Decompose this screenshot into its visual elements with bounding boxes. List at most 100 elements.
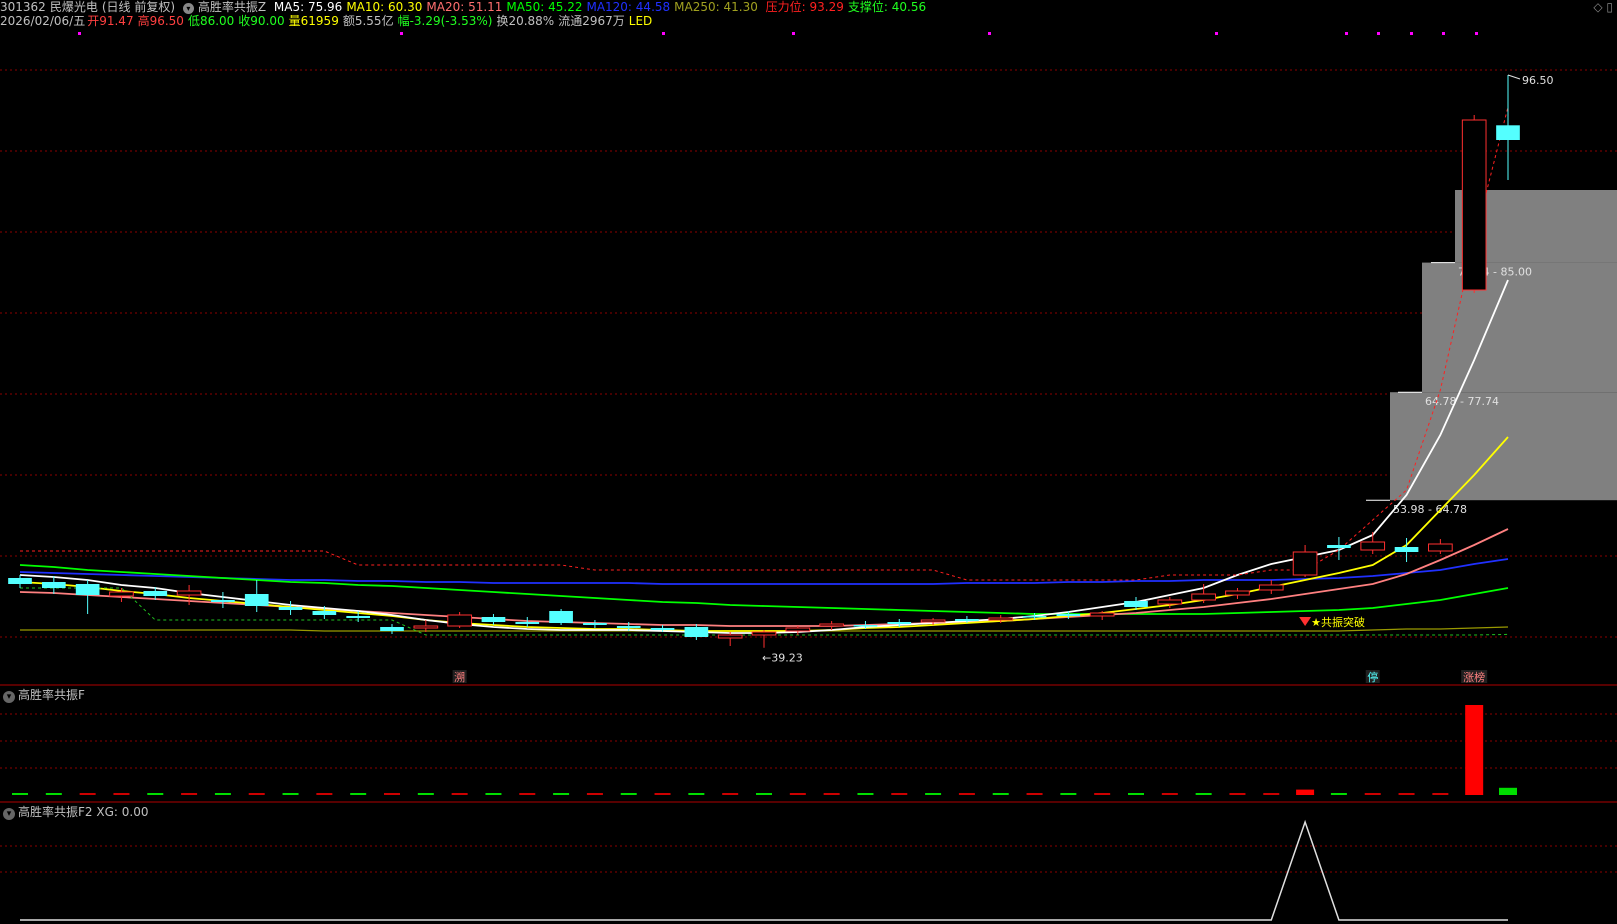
candle (1225, 590, 1250, 596)
f-signal-dash (1432, 793, 1449, 795)
candle (75, 584, 100, 595)
candle (176, 590, 202, 596)
top-marker-dot (1377, 32, 1380, 35)
marker-label: 涨榜 (1463, 670, 1485, 684)
candle (211, 600, 235, 602)
f2-line (20, 819, 1508, 921)
f-signal-dash (958, 793, 975, 795)
panel-f-menu-icon[interactable]: ▾ (3, 691, 15, 703)
candle (583, 623, 607, 625)
f-signal-dash (181, 793, 198, 795)
ma120-line (19, 558, 1509, 585)
f-signal-dash (1263, 793, 1280, 795)
window-controls[interactable]: ◇ ▯ (1593, 0, 1613, 14)
ma5-label: MA5: 75.96 (273, 0, 343, 14)
candle (109, 591, 134, 597)
top-marker-dot (792, 32, 795, 35)
high-price-label: 96.50 (1522, 74, 1554, 87)
f-signal-dash (451, 793, 468, 795)
top-marker-dot (1215, 32, 1218, 35)
ma10-label: MA10: 60.30 (346, 0, 423, 14)
f-signal-dash (992, 793, 1009, 795)
f-signal-dash (248, 793, 265, 795)
period-label[interactable]: (日线 前复权) (102, 0, 175, 14)
candle (616, 626, 641, 628)
f-signal-dash (1364, 793, 1381, 795)
f-signal-dash (1060, 793, 1077, 795)
signal-label: ★共振突破 (1311, 615, 1365, 629)
f-signal-dash (654, 793, 671, 795)
f-signal-dash (1195, 793, 1212, 795)
f-signal-dash (620, 793, 637, 795)
ma20-label: MA20: 51.11 (426, 0, 503, 14)
low-price-label: ←39.23 (762, 652, 803, 665)
f-signal-dash (45, 793, 62, 795)
date-label: 2026/02/06/五 (0, 14, 86, 28)
open-label: 开91.47 (87, 14, 134, 28)
f-signal-dash (688, 793, 705, 795)
volume-label: 量61959 (288, 14, 339, 28)
candle (1258, 584, 1284, 591)
f-signal-dash (1229, 793, 1246, 795)
top-marker-dot (1475, 32, 1478, 35)
candle (819, 623, 844, 627)
candle (887, 622, 912, 624)
f-signal-dash (350, 793, 367, 795)
concept-label[interactable]: LED (629, 14, 653, 28)
stock-code[interactable]: 301362 (0, 0, 46, 14)
candle (1292, 551, 1318, 576)
change-label: 幅-3.29(-3.53%) (397, 14, 493, 28)
price-zone-box (1422, 262, 1617, 393)
candle (41, 582, 66, 588)
f-signal-dash (1161, 793, 1178, 795)
candle (853, 625, 878, 627)
top-marker-dot (400, 32, 403, 35)
f-signal-dash (823, 793, 840, 795)
support-label: 支撑位: 40.56 (847, 0, 927, 14)
f-signal-dash (113, 793, 130, 795)
candle (447, 614, 472, 627)
candle (278, 607, 303, 610)
f-signal-dash (756, 793, 772, 795)
candle (8, 578, 32, 584)
close-label: 收90.00 (238, 14, 285, 28)
indicator-name[interactable]: 高胜率共振Z (198, 0, 266, 14)
panel-f-title[interactable]: 高胜率共振F (18, 688, 85, 702)
marker-label: 停 (1367, 670, 1378, 684)
f-bar (1465, 705, 1484, 795)
f-signal-dash (1026, 793, 1043, 795)
candle (1461, 119, 1487, 291)
candle (346, 616, 371, 618)
candle (515, 622, 540, 624)
turnover-label: 换20.88% (496, 14, 555, 28)
candle (244, 594, 269, 606)
high-price-arrow (1507, 74, 1521, 80)
candle (1428, 543, 1453, 552)
candle (650, 628, 675, 630)
resistance-line (20, 106, 1509, 581)
panel-f2-menu-icon[interactable]: ▾ (3, 808, 15, 820)
f-signal-dash (722, 793, 739, 795)
candle (1496, 125, 1520, 140)
candle (481, 617, 506, 622)
top-marker-dot (988, 32, 991, 35)
f-signal-dash (1330, 793, 1347, 795)
f-bar (1296, 789, 1315, 795)
candle (955, 619, 979, 621)
f-bar (1499, 787, 1517, 795)
candle (684, 627, 709, 637)
candle (988, 617, 1014, 621)
ma50-label: MA50: 45.22 (506, 0, 583, 14)
marker-label: 溯 (454, 671, 465, 684)
quote-info-bar: 2026/02/06/五 开91.47 高96.50 低86.00 收90.00 量619… (0, 14, 656, 28)
chart-canvas[interactable]: 53.98 - 64.7864.78 - 77.7477.74 - 85.009… (0, 0, 1617, 924)
candle (143, 591, 168, 596)
panel-f2-title[interactable]: 高胜率共振F2 (18, 805, 93, 819)
resistance-label: 压力位: 93.29 (765, 0, 844, 14)
price-zone-label: 53.98 - 64.78 (1393, 503, 1467, 516)
stock-name[interactable]: 民爆光电 (50, 0, 98, 14)
candle (1157, 599, 1183, 605)
candle (413, 625, 439, 629)
indicator-menu-icon[interactable]: ▾ (182, 3, 194, 14)
candle (1022, 616, 1047, 618)
